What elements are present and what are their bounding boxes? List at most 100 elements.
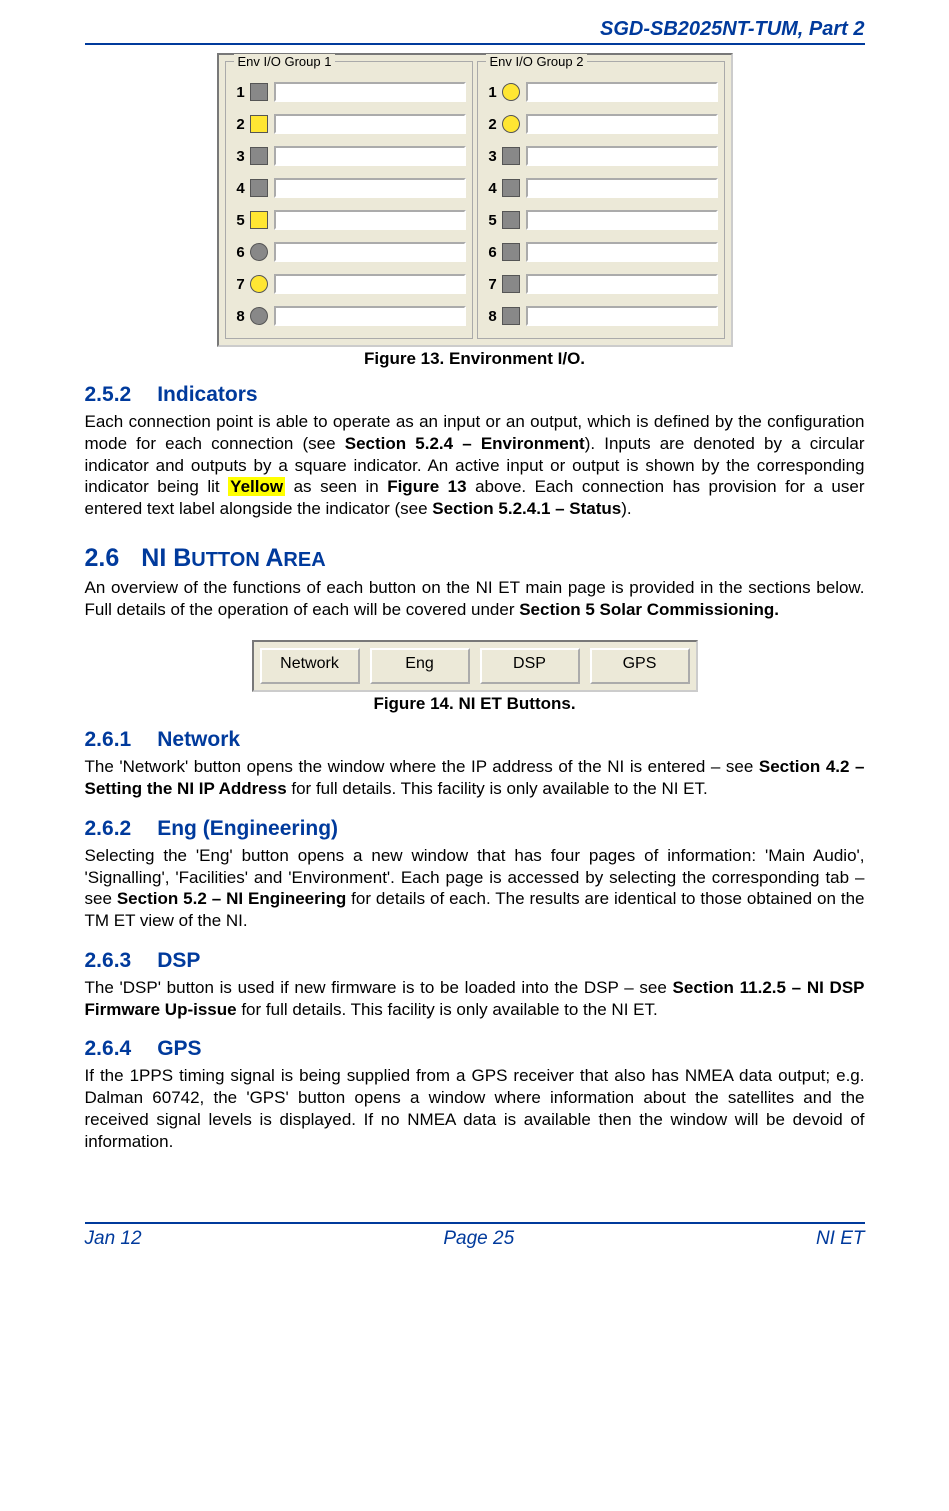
paragraph-2-6-3: The 'DSP' button is used if new firmware…: [85, 977, 865, 1021]
env-row-number: 4: [232, 180, 250, 197]
env-row-number: 2: [484, 116, 502, 133]
env-group-2: Env I/O Group 2 12345678: [477, 61, 725, 339]
output-indicator-icon: [502, 243, 520, 261]
env-label-input[interactable]: [526, 306, 718, 326]
env-row-number: 6: [232, 244, 250, 261]
heading-number: 2.6.2: [85, 817, 132, 840]
input-indicator-icon: [250, 243, 268, 261]
env-label-input[interactable]: [274, 114, 466, 134]
env-row-number: 6: [484, 244, 502, 261]
figure-14: Network Eng DSP GPS Figure 14. NI ET But…: [85, 640, 865, 714]
heading-2-5-2: 2.5.2 Indicators: [85, 383, 865, 407]
document-header: SGD-SB2025NT-TUM, Part 2: [85, 18, 865, 45]
env-label-input[interactable]: [526, 274, 718, 294]
env-row: 5: [232, 204, 466, 236]
env-label-input[interactable]: [526, 114, 718, 134]
dsp-button[interactable]: DSP: [480, 648, 580, 684]
input-indicator-icon: [502, 83, 520, 101]
env-group-1: Env I/O Group 1 12345678: [225, 61, 473, 339]
output-indicator-icon: [250, 83, 268, 101]
env-label-input[interactable]: [526, 178, 718, 198]
env-row: 5: [484, 204, 718, 236]
env-label-input[interactable]: [274, 178, 466, 198]
heading-number: 2.6.1: [85, 728, 132, 751]
env-label-input[interactable]: [274, 82, 466, 102]
paragraph-2-6-4: If the 1PPS timing signal is being suppl…: [85, 1065, 865, 1152]
env-row-number: 4: [484, 180, 502, 197]
footer-section: NI ET: [816, 1228, 865, 1250]
input-indicator-icon: [250, 275, 268, 293]
button-row: Network Eng DSP GPS: [252, 640, 698, 692]
env-label-input[interactable]: [526, 242, 718, 262]
env-row: 2: [232, 108, 466, 140]
env-row-number: 5: [232, 212, 250, 229]
input-indicator-icon: [502, 115, 520, 133]
figure-14-caption: Figure 14. NI ET Buttons.: [85, 694, 865, 714]
env-row-number: 8: [232, 308, 250, 325]
env-label-input[interactable]: [526, 146, 718, 166]
env-row: 3: [232, 140, 466, 172]
heading-title: Eng (Engineering): [157, 817, 338, 840]
figure-13: Env I/O Group 1 1 2 3 4 5 6 7 8 Env I/O Group 2…: [85, 53, 865, 369]
env-row: 3: [484, 140, 718, 172]
output-indicator-icon: [250, 115, 268, 133]
env-label-input[interactable]: [274, 274, 466, 294]
heading-2-6-1: 2.6.1 Network: [85, 728, 865, 752]
env-row: 8: [484, 300, 718, 332]
env-row: 4: [484, 172, 718, 204]
env-row-number: 3: [484, 148, 502, 165]
env-label-input[interactable]: [274, 210, 466, 230]
output-indicator-icon: [502, 179, 520, 197]
heading-title: Indicators: [157, 383, 257, 406]
env-row-number: 5: [484, 212, 502, 229]
env-label-input[interactable]: [274, 242, 466, 262]
output-indicator-icon: [250, 147, 268, 165]
heading-title: Network: [157, 728, 240, 751]
env-row: 1: [484, 76, 718, 108]
heading-number: 2.6.4: [85, 1037, 132, 1060]
input-indicator-icon: [250, 307, 268, 325]
gps-button[interactable]: GPS: [590, 648, 690, 684]
heading-number: 2.6.3: [85, 949, 132, 972]
env-row-number: 7: [484, 276, 502, 293]
footer-date: Jan 12: [85, 1228, 142, 1250]
env-row: 8: [232, 300, 466, 332]
env-row: 1: [232, 76, 466, 108]
env-label-input[interactable]: [274, 146, 466, 166]
heading-title: GPS: [157, 1037, 201, 1060]
network-button[interactable]: Network: [260, 648, 360, 684]
heading-2-6: 2.6NI BUTTON AREA: [85, 544, 865, 573]
env-label-input[interactable]: [526, 82, 718, 102]
env-row: 6: [484, 236, 718, 268]
page-footer: Jan 12 Page 25 NI ET: [85, 1222, 865, 1250]
env-label-input[interactable]: [274, 306, 466, 326]
env-label-input[interactable]: [526, 210, 718, 230]
heading-number: 2.5.2: [85, 383, 132, 406]
env-row-number: 1: [484, 84, 502, 101]
env-row: 6: [232, 236, 466, 268]
env-row-number: 1: [232, 84, 250, 101]
env-row: 7: [484, 268, 718, 300]
env-row-number: 8: [484, 308, 502, 325]
yellow-highlight: Yellow: [228, 477, 285, 496]
output-indicator-icon: [502, 211, 520, 229]
env-row-number: 2: [232, 116, 250, 133]
env-group-1-title: Env I/O Group 1: [234, 54, 336, 69]
eng-button[interactable]: Eng: [370, 648, 470, 684]
env-row: 2: [484, 108, 718, 140]
heading-2-6-2: 2.6.2 Eng (Engineering): [85, 817, 865, 841]
output-indicator-icon: [502, 147, 520, 165]
footer-page: Page 25: [443, 1228, 514, 1250]
paragraph-2-6-1: The 'Network' button opens the window wh…: [85, 756, 865, 800]
heading-title: DSP: [157, 949, 200, 972]
paragraph-2-5-2: Each connection point is able to operate…: [85, 411, 865, 520]
env-group-2-title: Env I/O Group 2: [486, 54, 588, 69]
heading-2-6-4: 2.6.4 GPS: [85, 1037, 865, 1061]
env-io-panel: Env I/O Group 1 1 2 3 4 5 6 7 8 Env I/O Group 2…: [217, 53, 733, 347]
figure-13-caption: Figure 13. Environment I/O.: [85, 349, 865, 369]
heading-2-6-3: 2.6.3 DSP: [85, 949, 865, 973]
output-indicator-icon: [250, 211, 268, 229]
env-row: 4: [232, 172, 466, 204]
paragraph-2-6-2: Selecting the 'Eng' button opens a new w…: [85, 845, 865, 932]
output-indicator-icon: [250, 179, 268, 197]
